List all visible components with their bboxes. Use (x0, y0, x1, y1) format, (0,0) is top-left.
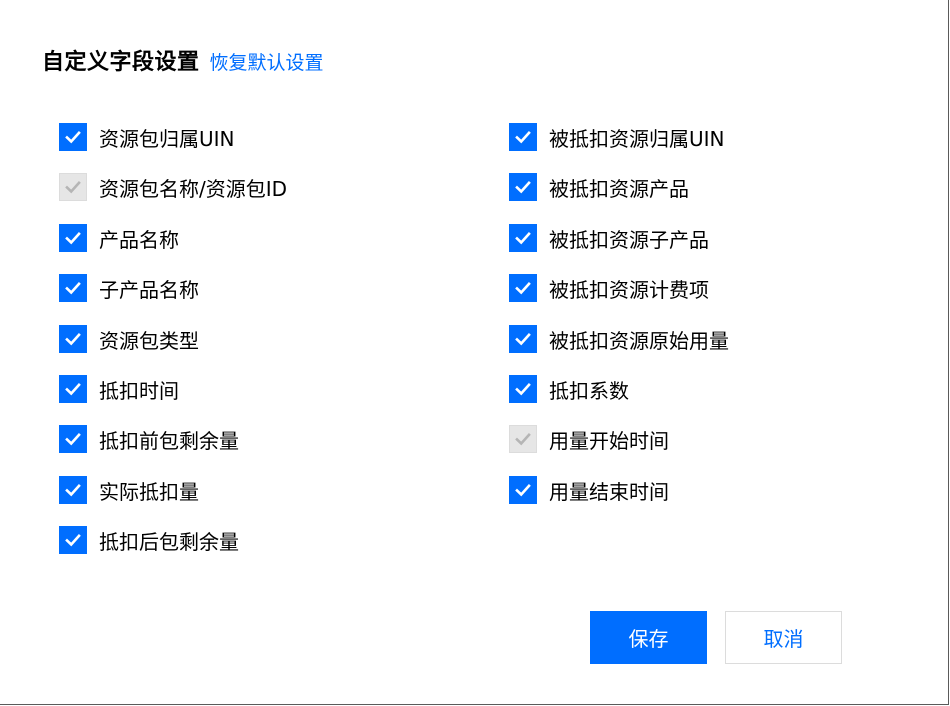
check-icon (65, 231, 81, 245)
check-icon (65, 382, 81, 396)
field-option[interactable]: 被抵扣资源计费项 (509, 273, 709, 303)
dialog-title: 自定义字段设置 (42, 50, 200, 75)
field-option-label: 资源包名称/资源包ID (99, 176, 288, 201)
field-option[interactable]: 被抵扣资源原始用量 (509, 324, 729, 354)
check-icon (515, 281, 531, 295)
check-icon (65, 432, 81, 446)
field-option[interactable]: 被抵扣资源归属UIN (509, 122, 725, 152)
check-icon (515, 332, 531, 346)
field-option[interactable]: 产品名称 (59, 223, 179, 253)
check-icon (515, 382, 531, 396)
check-icon (65, 533, 81, 547)
custom-field-settings-dialog: 自定义字段设置 恢复默认设置 资源包归属UIN 资源包名称/资源包ID 产品名称子产… (0, 0, 949, 705)
field-option-label: 资源包归属UIN (99, 126, 235, 151)
field-option[interactable]: 资源包类型 (59, 324, 199, 354)
checkbox[interactable] (59, 425, 87, 453)
field-option-label: 抵扣前包剩余量 (99, 428, 239, 453)
check-icon (515, 180, 531, 194)
check-icon (515, 432, 531, 446)
check-icon (65, 332, 81, 346)
disabled-checkbox (509, 425, 537, 453)
check-icon (65, 483, 81, 497)
field-option[interactable]: 资源包归属UIN (59, 122, 235, 152)
check-icon (65, 130, 81, 144)
field-option-label: 实际抵扣量 (99, 479, 199, 504)
checkbox[interactable] (59, 224, 87, 252)
field-option-label: 用量开始时间 (549, 428, 669, 453)
field-option[interactable]: 用量结束时间 (509, 475, 669, 505)
field-option-label: 资源包类型 (99, 328, 199, 353)
field-option[interactable]: 抵扣时间 (59, 374, 179, 404)
field-option[interactable]: 用量开始时间 (509, 424, 669, 454)
field-option-label: 被抵扣资源原始用量 (549, 328, 729, 353)
checkbox[interactable] (509, 173, 537, 201)
check-icon (515, 483, 531, 497)
cancel-button[interactable]: 取消 (725, 611, 842, 664)
checkbox[interactable] (59, 123, 87, 151)
checkbox[interactable] (509, 476, 537, 504)
dialog-header: 自定义字段设置 恢复默认设置 (42, 44, 324, 76)
field-option-label: 抵扣后包剩余量 (99, 529, 239, 554)
checkbox[interactable] (59, 476, 87, 504)
field-option[interactable]: 实际抵扣量 (59, 475, 199, 505)
field-option[interactable]: 被抵扣资源产品 (509, 172, 689, 202)
restore-defaults-link[interactable]: 恢复默认设置 (210, 48, 324, 75)
field-option[interactable]: 抵扣后包剩余量 (59, 525, 239, 555)
field-option[interactable]: 资源包名称/资源包ID (59, 172, 287, 202)
checkbox[interactable] (59, 274, 87, 302)
checkbox[interactable] (509, 325, 537, 353)
field-option-label: 被抵扣资源计费项 (549, 277, 709, 302)
field-option[interactable]: 子产品名称 (59, 273, 199, 303)
field-option-label: 被抵扣资源产品 (549, 176, 689, 201)
disabled-checkbox (59, 173, 87, 201)
checkbox[interactable] (509, 123, 537, 151)
field-option[interactable]: 抵扣前包剩余量 (59, 424, 239, 454)
checkbox[interactable] (509, 375, 537, 403)
checkbox[interactable] (59, 375, 87, 403)
checkbox[interactable] (59, 325, 87, 353)
field-option-label: 用量结束时间 (549, 479, 669, 504)
check-icon (515, 130, 531, 144)
field-option-label: 被抵扣资源归属UIN (549, 126, 725, 151)
field-option-label: 被抵扣资源子产品 (549, 227, 709, 252)
field-option-label: 抵扣时间 (99, 378, 179, 403)
field-option-label: 抵扣系数 (549, 378, 629, 403)
checkbox[interactable] (509, 224, 537, 252)
field-option-label: 子产品名称 (99, 277, 199, 302)
check-icon (515, 231, 531, 245)
check-icon (65, 281, 81, 295)
field-option[interactable]: 被抵扣资源子产品 (509, 223, 709, 253)
save-button[interactable]: 保存 (590, 611, 707, 664)
checkbox[interactable] (509, 274, 537, 302)
checkbox[interactable] (59, 526, 87, 554)
field-option-label: 产品名称 (99, 227, 179, 252)
field-option[interactable]: 抵扣系数 (509, 374, 629, 404)
check-icon (65, 180, 81, 194)
